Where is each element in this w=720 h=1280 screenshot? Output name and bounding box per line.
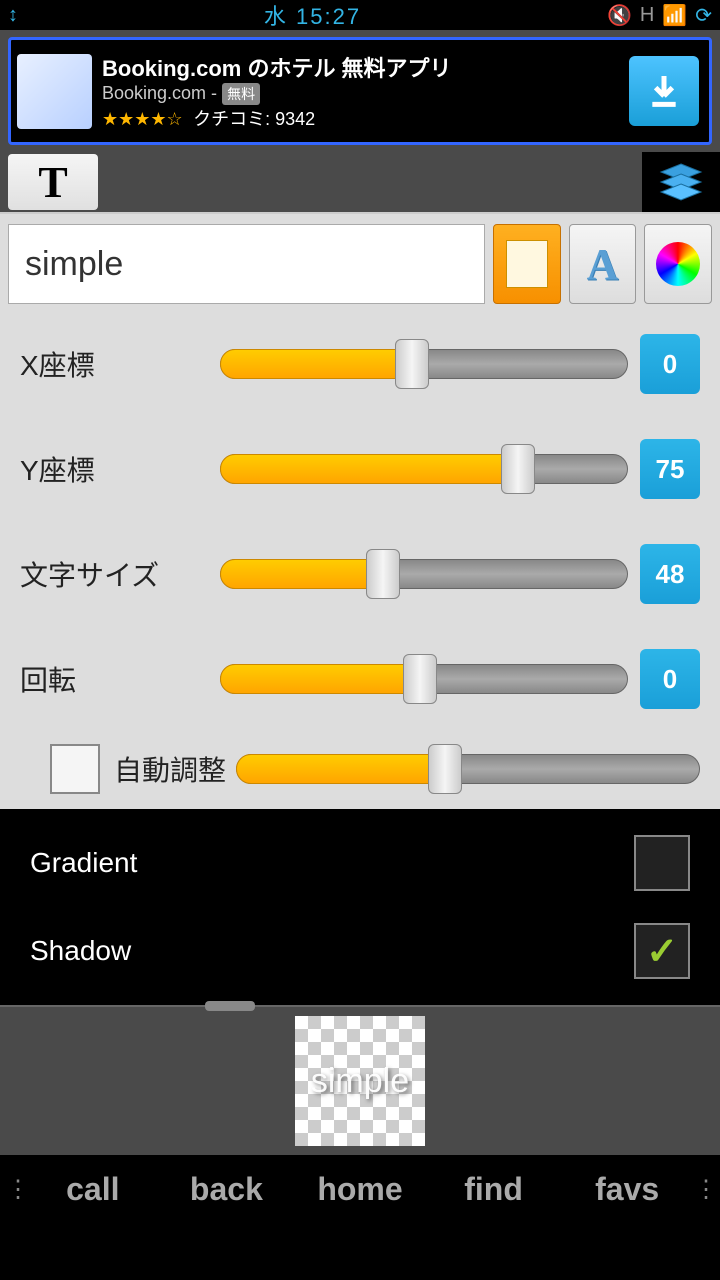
ad-title: Booking.com のホテル 無料アプリ [102,51,629,83]
auto-adjust-row: 自動調整 [50,739,700,799]
font-icon: A [587,239,619,290]
options-section: Gradient Shadow ✓ [0,809,720,1005]
network-type: H [640,4,654,27]
x-value[interactable]: 0 [640,334,700,394]
shadow-checkbox[interactable]: ✓ [634,923,690,979]
layers-button[interactable] [642,152,720,212]
size-slider[interactable] [220,559,628,589]
gradient-label: Gradient [30,847,634,879]
size-value[interactable]: 48 [640,544,700,604]
auto-adjust-slider[interactable] [236,754,700,784]
rotation-label: 回転 [20,659,220,699]
mute-icon: 🔇 [607,3,632,28]
size-slider-row: 文字サイズ 48 [20,544,700,604]
ad-banner[interactable]: Booking.com のホテル 無料アプリ Booking.com - 無料 … [0,30,720,152]
gradient-row: Gradient [30,819,690,907]
section-divider[interactable] [0,1005,720,1007]
usb-icon: ↕ [8,4,18,27]
rotation-slider[interactable] [220,664,628,694]
align-icon [506,240,548,288]
ad-stars: ★★★★☆ [102,109,183,129]
layers-icon [657,162,705,202]
size-label: 文字サイズ [20,554,220,594]
ad-subtitle: Booking.com - 無料 [102,83,629,105]
sync-icon: ⟳ [695,3,712,28]
check-icon: ✓ [646,929,678,974]
x-slider[interactable] [220,349,628,379]
auto-adjust-checkbox[interactable] [50,744,100,794]
y-slider-row: Y座標 75 [20,439,700,499]
download-button[interactable] [629,56,699,126]
ad-reviews: クチコミ: 9342 [193,109,315,129]
status-time: 15:27 [296,4,361,29]
preview-panel: simple [0,1007,720,1155]
color-button[interactable] [644,224,712,304]
shadow-row: Shadow ✓ [30,907,690,995]
nav-call[interactable]: call [26,1171,160,1208]
x-slider-row: X座標 0 [20,334,700,394]
preview-canvas: simple [295,1016,425,1146]
nav-back[interactable]: back [160,1171,294,1208]
nav-favs[interactable]: favs [560,1171,694,1208]
text-input[interactable] [8,224,485,304]
x-label: X座標 [20,344,220,384]
text-tool-button[interactable]: T [8,154,98,210]
status-day: 水 [264,4,288,29]
sliders-section: X座標 0 Y座標 75 文字サイズ 48 回転 0 [0,314,720,809]
color-wheel-icon [656,242,700,286]
align-button[interactable] [493,224,561,304]
rotation-slider-row: 回転 0 [20,649,700,709]
nav-home[interactable]: home [293,1171,427,1208]
shadow-label: Shadow [30,935,634,967]
preview-text: simple [311,1062,409,1101]
font-button[interactable]: A [569,224,637,304]
auto-adjust-label: 自動調整 [114,749,226,789]
y-label: Y座標 [20,449,220,489]
menu-dots-icon[interactable]: ⋮ [6,1175,26,1204]
nav-find[interactable]: find [427,1171,561,1208]
gradient-checkbox[interactable] [634,835,690,891]
ad-app-icon [17,54,92,129]
signal-icon: 📶 [662,3,687,28]
bottom-nav: ⋮ call back home find favs ⋮ [0,1155,720,1223]
menu-dots-icon-right[interactable]: ⋮ [694,1175,714,1204]
text-input-row: A [0,212,720,314]
app-toolbar: T [0,152,720,212]
y-value[interactable]: 75 [640,439,700,499]
status-bar: ↕ 水 15:27 🔇 H 📶 ⟳ [0,0,720,30]
y-slider[interactable] [220,454,628,484]
rotation-value[interactable]: 0 [640,649,700,709]
